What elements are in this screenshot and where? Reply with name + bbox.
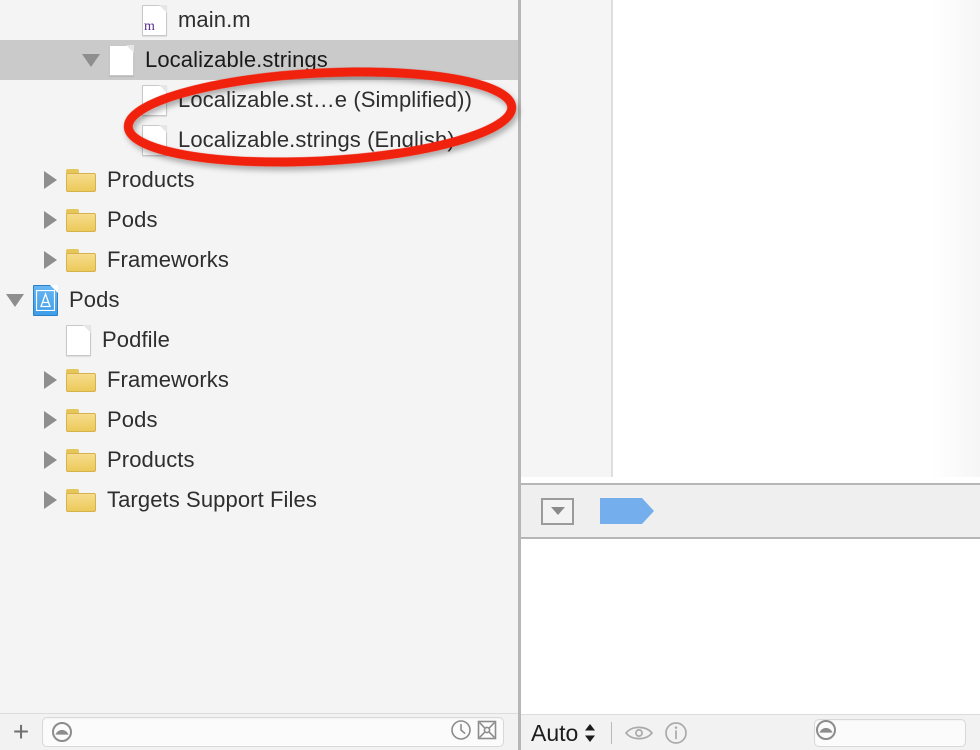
navigator-bottom-toolbar: + — [0, 713, 518, 750]
tree-row-label: Pods — [107, 207, 158, 232]
navigator-filter-input[interactable] — [73, 723, 450, 741]
disclosure-triangle-open[interactable] — [6, 293, 24, 307]
breadcrumb-arrow-icon[interactable] — [600, 498, 654, 524]
stepper-updown-icon[interactable] — [583, 722, 597, 744]
tree-row[interactable]: Products — [0, 440, 518, 480]
navigator-filter-field[interactable] — [42, 717, 504, 747]
tree-row[interactable]: Frameworks — [0, 360, 518, 400]
tree-row[interactable]: m main.m — [0, 0, 518, 40]
editor-bottom-toolbar: Auto — [521, 714, 980, 750]
plain-file-icon — [66, 324, 91, 356]
tree-row[interactable]: Podfile — [0, 320, 518, 360]
editor-gutter — [521, 0, 613, 477]
inspector-filter-input[interactable] — [837, 724, 965, 741]
folder-icon — [66, 248, 96, 272]
tree-row[interactable]: Frameworks — [0, 240, 518, 280]
disclosure-triangle-closed[interactable] — [44, 171, 57, 189]
folder-icon — [66, 408, 96, 432]
tree-row-label: Targets Support Files — [107, 487, 317, 512]
objc-source-file-icon: m — [142, 4, 167, 36]
debug-console-area[interactable] — [521, 539, 980, 714]
filter-icon — [815, 719, 837, 746]
editor-panel — [521, 0, 980, 750]
tree-row[interactable]: Pods — [0, 400, 518, 440]
folder-icon — [66, 448, 96, 472]
disclosure-triangle-closed[interactable] — [44, 371, 57, 389]
tree-row-label: Localizable.strings (English) — [178, 127, 455, 152]
disclosure-triangle-closed[interactable] — [44, 251, 57, 269]
tree-row-label: Localizable.strings — [145, 47, 328, 72]
debug-jump-bar — [521, 483, 980, 539]
source-control-filter-icon[interactable] — [476, 719, 498, 746]
disclosure-triangle-closed[interactable] — [44, 211, 57, 229]
tree-row[interactable]: Localizable.strings (English) — [0, 120, 518, 160]
project-navigator-panel: m main.m Localizable.strings Localizable.st… — [0, 0, 518, 750]
xcode-project-icon — [33, 284, 58, 316]
tree-row[interactable]: Products — [0, 160, 518, 200]
strings-file-icon — [142, 84, 167, 116]
editor-content-area[interactable] — [615, 0, 980, 477]
tree-row-label: Frameworks — [107, 247, 230, 272]
xcode-window: m main.m Localizable.strings Localizable.st… — [0, 0, 980, 750]
tree-row[interactable]: Localizable.st…e (Simplified)) — [0, 80, 518, 120]
tree-row-label: Pods — [69, 287, 120, 312]
info-icon[interactable] — [664, 721, 688, 745]
clock-icon[interactable] — [450, 719, 472, 746]
tree-row[interactable]: Pods — [0, 280, 518, 320]
layout-mode-popup[interactable]: Auto — [531, 720, 597, 746]
inspector-filter-field[interactable] — [814, 718, 966, 747]
folder-icon — [66, 488, 96, 512]
folder-icon — [66, 368, 96, 392]
disclosure-triangle-closed[interactable] — [44, 491, 57, 509]
add-file-button[interactable]: + — [0, 714, 42, 750]
tree-row[interactable]: Localizable.strings — [0, 40, 518, 80]
chevron-down-icon[interactable] — [541, 497, 574, 525]
tree-row-label: Products — [107, 167, 195, 192]
disclosure-triangle-open[interactable] — [82, 53, 100, 67]
folder-icon — [66, 208, 96, 232]
tree-row-label: Frameworks — [107, 367, 230, 392]
eye-icon[interactable] — [624, 722, 654, 744]
project-navigator-tree[interactable]: m main.m Localizable.strings Localizable.st… — [0, 0, 518, 714]
disclosure-triangle-closed[interactable] — [44, 411, 57, 429]
tree-row-label: main.m — [178, 7, 251, 32]
strings-file-icon — [109, 44, 134, 76]
tree-row-label: Products — [107, 447, 195, 472]
tree-row-label: Pods — [107, 407, 158, 432]
tree-row[interactable]: Pods — [0, 200, 518, 240]
tree-row-label: Podfile — [102, 327, 170, 352]
strings-file-icon — [142, 124, 167, 156]
tree-row-label: Localizable.st…e (Simplified)) — [178, 87, 472, 112]
folder-icon — [66, 168, 96, 192]
layout-mode-label: Auto — [531, 719, 579, 746]
disclosure-triangle-closed[interactable] — [44, 451, 57, 469]
filter-icon — [51, 721, 73, 743]
tree-row[interactable]: Targets Support Files — [0, 480, 518, 520]
toolbar-separator — [611, 721, 613, 744]
